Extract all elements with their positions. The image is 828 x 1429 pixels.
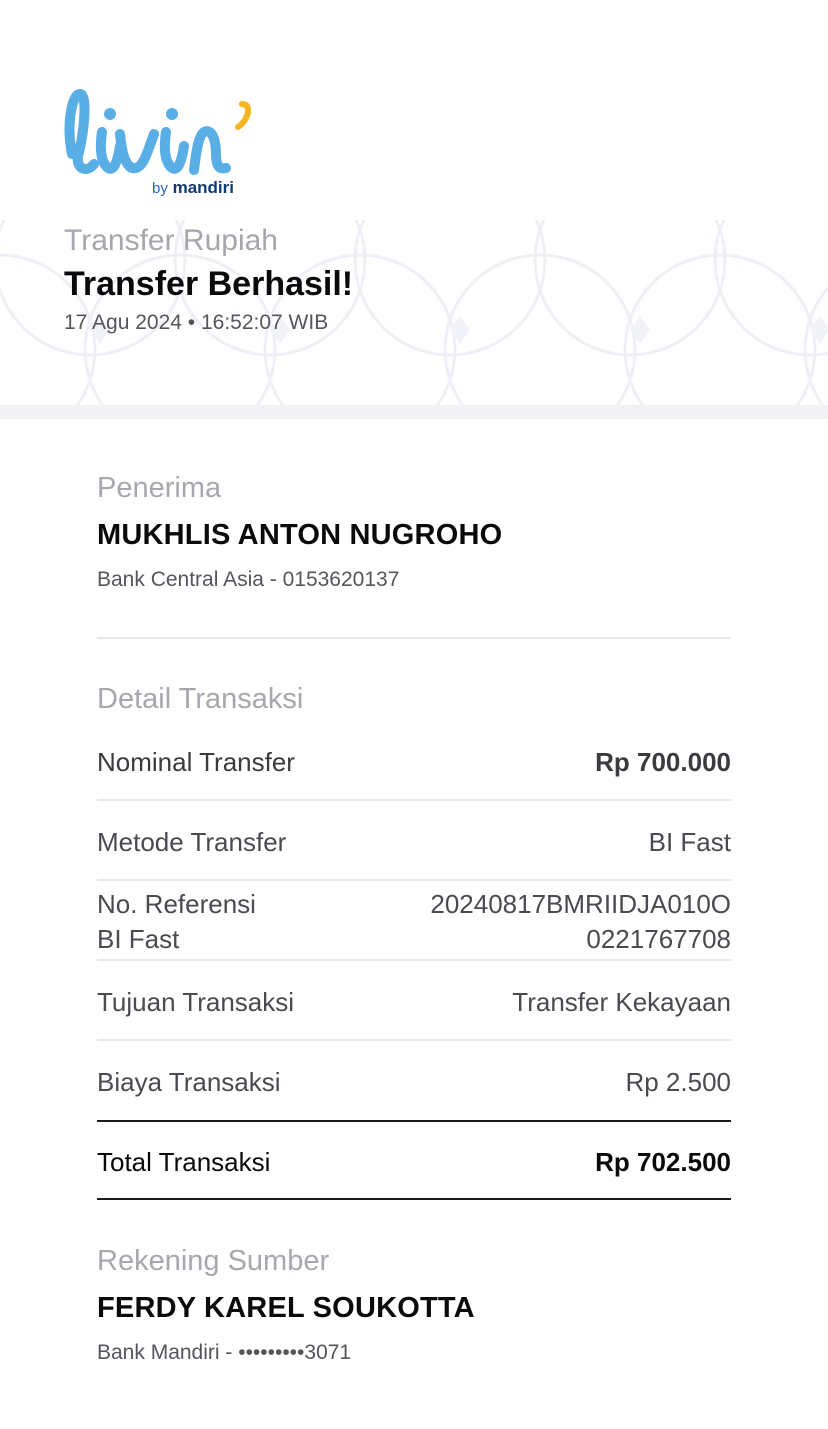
detail-row-purpose: Tujuan Transaksi Transfer Kekayaan bbox=[97, 985, 731, 1020]
detail-row-fee: Biaya Transaksi Rp 2.500 bbox=[97, 1065, 731, 1100]
transaction-datetime: 17 Agu 2024 • 16:52:07 WIB bbox=[64, 311, 329, 334]
reference-label-line2: BI Fast bbox=[97, 924, 180, 954]
detail-value: Rp 700.000 bbox=[595, 747, 731, 777]
livin-logo-icon bbox=[64, 89, 252, 175]
source-section: Rekening Sumber FERDY KAREL SOUKOTTA Ban… bbox=[97, 1245, 731, 1365]
detail-label: No. Referensi BI Fast bbox=[97, 887, 256, 957]
transaction-type: Transfer Rupiah bbox=[64, 224, 278, 257]
detail-row-reference: No. Referensi BI Fast 20240817BMRIIDJA01… bbox=[97, 887, 731, 957]
source-label: Rekening Sumber bbox=[97, 1245, 330, 1277]
row-divider bbox=[97, 1039, 731, 1041]
row-divider bbox=[97, 879, 731, 881]
details-section: Detail Transaksi bbox=[97, 683, 731, 716]
total-bottom-divider bbox=[97, 1198, 731, 1200]
detail-value: Transfer Kekayaan bbox=[512, 987, 731, 1017]
detail-row-total: Total Transaksi Rp 702.500 bbox=[97, 1145, 731, 1180]
reference-label-line1: No. Referensi bbox=[97, 889, 256, 919]
detail-value: Rp 2.500 bbox=[625, 1067, 731, 1097]
detail-label: Metode Transfer bbox=[97, 827, 287, 857]
details-label: Detail Transaksi bbox=[97, 683, 304, 715]
recipient-account: Bank Central Asia - 0153620137 bbox=[97, 568, 400, 591]
row-divider bbox=[97, 799, 731, 801]
detail-value: 20240817BMRIIDJA010O 0221767708 bbox=[430, 887, 731, 957]
page-title: Transfer Berhasil! bbox=[64, 265, 354, 303]
recipient-section: Penerima MUKHLIS ANTON NUGROHO Bank Cent… bbox=[97, 472, 731, 592]
header-divider bbox=[0, 405, 828, 419]
livin-mandiri-logo: by mandiri bbox=[62, 84, 262, 204]
detail-label: Biaya Transaksi bbox=[97, 1067, 281, 1097]
row-divider bbox=[97, 959, 731, 961]
section-divider bbox=[97, 637, 731, 639]
detail-row-nominal: Nominal Transfer Rp 700.000 bbox=[97, 745, 731, 780]
reference-value-line1: 20240817BMRIIDJA010O bbox=[430, 889, 731, 919]
by-mandiri-label: by mandiri bbox=[152, 178, 234, 197]
receipt-header: by mandiri Transfer Rupiah Transfer Berh… bbox=[0, 0, 828, 405]
source-name: FERDY KAREL SOUKOTTA bbox=[97, 1292, 475, 1324]
total-top-divider bbox=[97, 1120, 731, 1122]
detail-label: Nominal Transfer bbox=[97, 747, 295, 777]
detail-value: BI Fast bbox=[648, 827, 731, 857]
reference-value-line2: 0221767708 bbox=[586, 924, 731, 954]
total-value: Rp 702.500 bbox=[595, 1147, 731, 1177]
detail-label: Tujuan Transaksi bbox=[97, 987, 295, 1017]
source-account: Bank Mandiri - •••••••••3071 bbox=[97, 1341, 352, 1364]
detail-row-method: Metode Transfer BI Fast bbox=[97, 825, 731, 860]
recipient-name: MUKHLIS ANTON NUGROHO bbox=[97, 519, 503, 551]
total-label: Total Transaksi bbox=[97, 1147, 271, 1177]
recipient-label: Penerima bbox=[97, 472, 222, 504]
